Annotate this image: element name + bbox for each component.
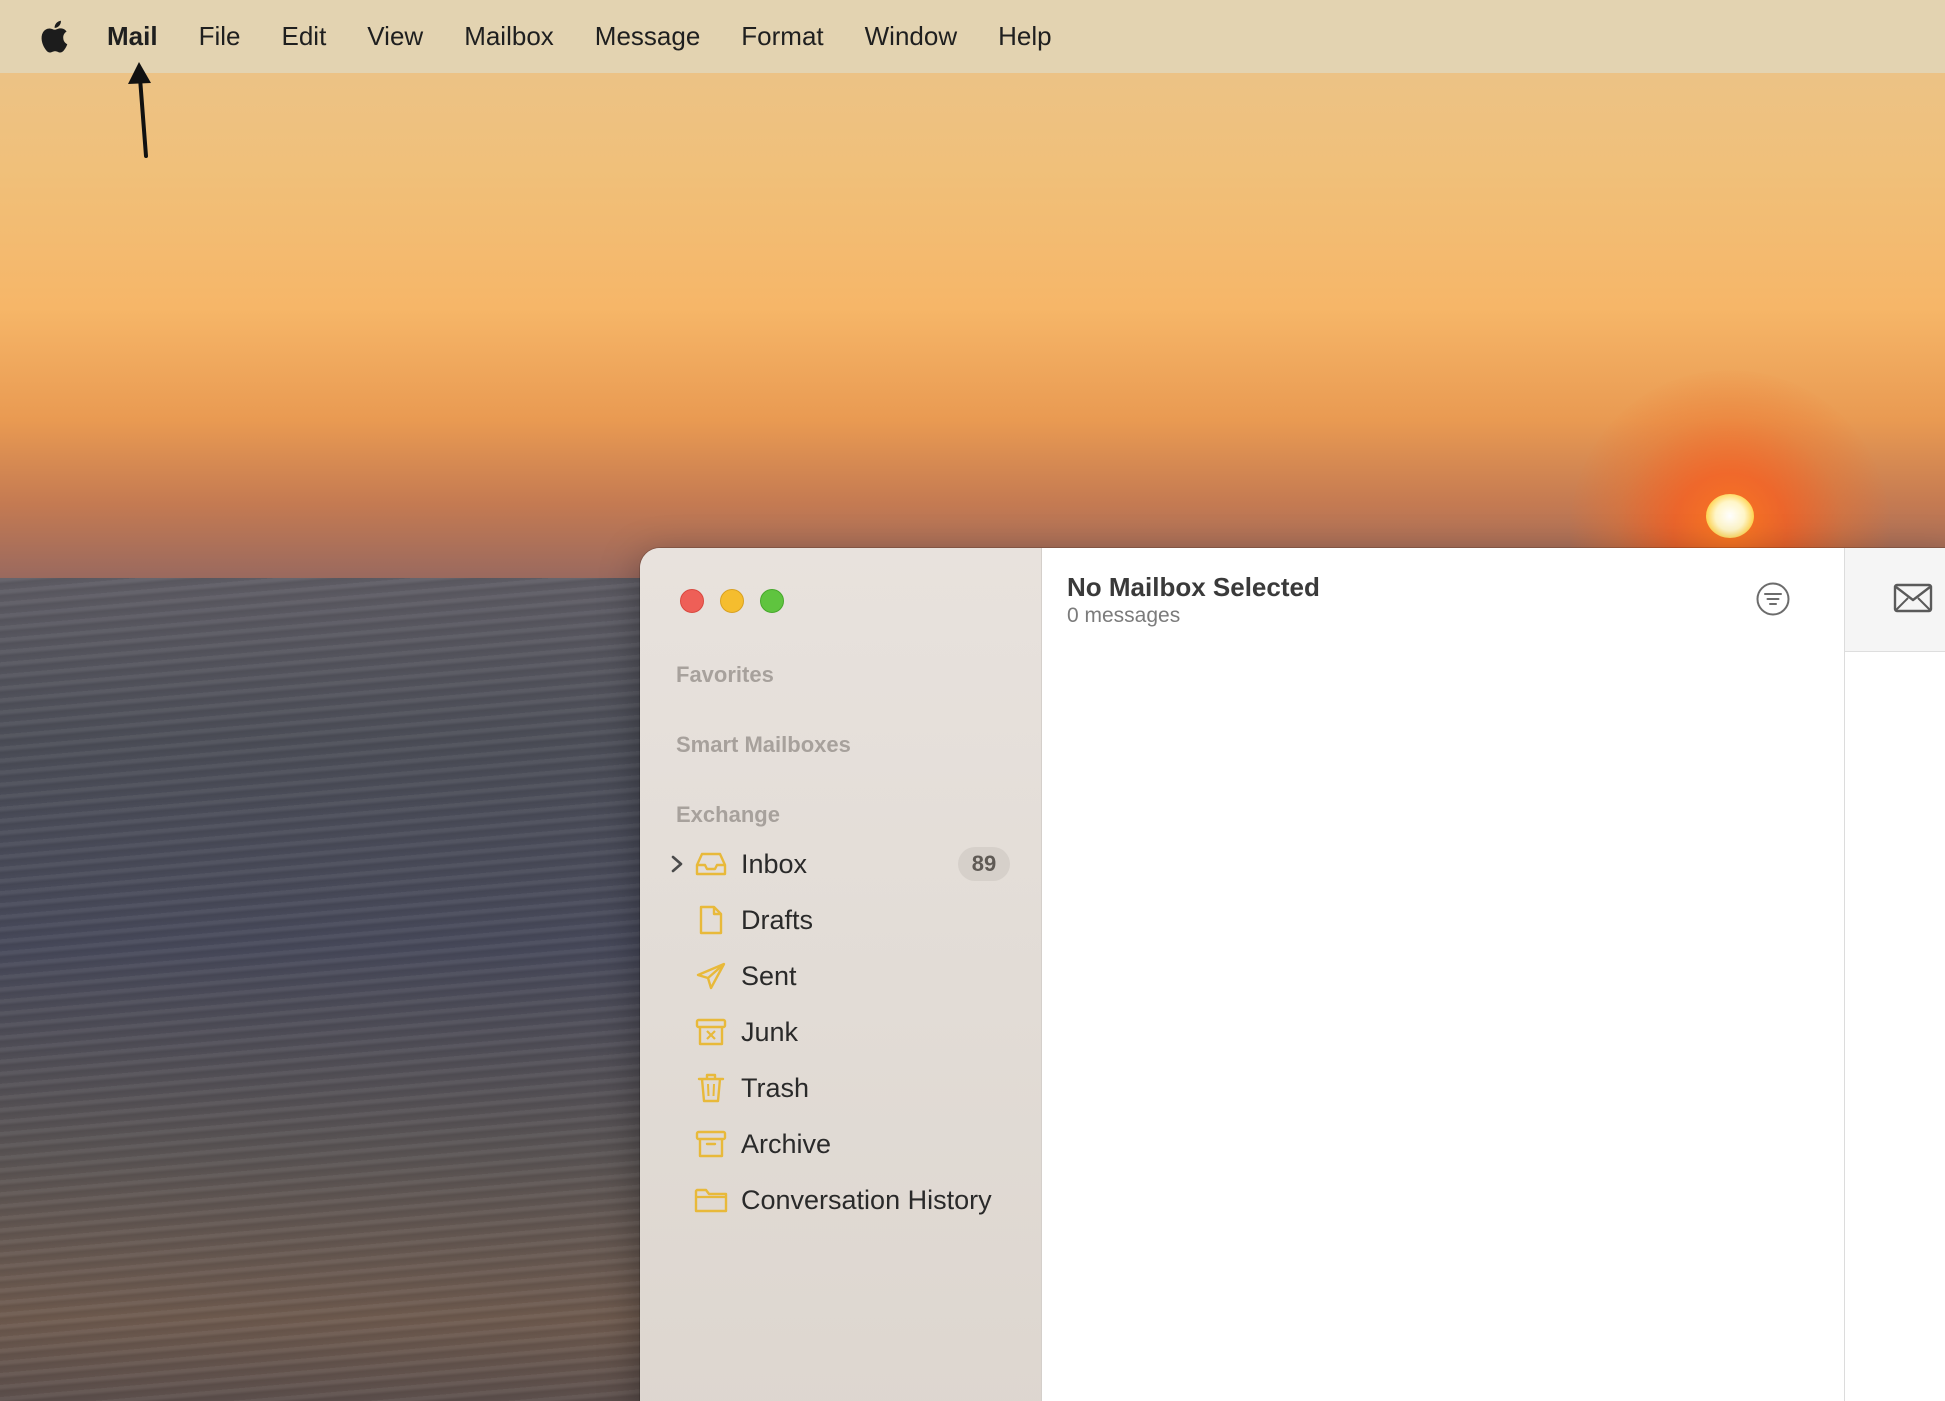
viewer-toolbar bbox=[1845, 548, 1945, 652]
menu-message[interactable]: Message bbox=[595, 21, 701, 52]
menu-bar: Mail File Edit View Mailbox Message Form… bbox=[0, 0, 1945, 73]
mail-window: Favorites Smart Mailboxes Exchange Inbox… bbox=[640, 548, 1945, 1401]
sidebar-item-label: Trash bbox=[741, 1072, 810, 1103]
annotation-arrow bbox=[128, 62, 151, 158]
message-viewer-pane bbox=[1845, 548, 1945, 1401]
menu-help[interactable]: Help bbox=[998, 21, 1051, 52]
sidebar: Favorites Smart Mailboxes Exchange Inbox… bbox=[640, 548, 1042, 1401]
sidebar-item-drafts[interactable]: Drafts bbox=[640, 895, 1042, 945]
folder-icon bbox=[694, 1183, 728, 1217]
sidebar-item-label: Drafts bbox=[741, 904, 814, 935]
paper-plane-icon bbox=[694, 959, 728, 993]
chevron-right-icon[interactable] bbox=[670, 854, 684, 874]
unread-count-badge: 89 bbox=[958, 847, 1010, 881]
menu-file[interactable]: File bbox=[199, 21, 241, 52]
sidebar-item-label: Archive bbox=[741, 1128, 832, 1159]
menu-mailbox[interactable]: Mailbox bbox=[464, 21, 554, 52]
section-smart-mailboxes[interactable]: Smart Mailboxes bbox=[676, 732, 851, 758]
sidebar-item-label: Conversation History bbox=[741, 1184, 992, 1215]
menu-edit[interactable]: Edit bbox=[281, 21, 326, 52]
sun bbox=[1706, 494, 1754, 538]
section-exchange[interactable]: Exchange bbox=[676, 802, 780, 828]
menu-view[interactable]: View bbox=[367, 21, 423, 52]
sidebar-item-conversation-history[interactable]: Conversation History bbox=[640, 1175, 1042, 1225]
sidebar-item-label: Sent bbox=[741, 960, 797, 991]
sidebar-item-archive[interactable]: Archive bbox=[640, 1119, 1042, 1169]
document-icon bbox=[694, 903, 728, 937]
zoom-window-button[interactable] bbox=[760, 589, 784, 613]
sidebar-item-junk[interactable]: Junk bbox=[640, 1007, 1042, 1057]
sidebar-item-inbox[interactable]: Inbox 89 bbox=[640, 839, 1042, 889]
sidebar-item-sent[interactable]: Sent bbox=[640, 951, 1042, 1001]
window-controls bbox=[680, 589, 784, 613]
sidebar-item-label: Junk bbox=[741, 1016, 799, 1047]
close-window-button[interactable] bbox=[680, 589, 704, 613]
envelope-icon[interactable] bbox=[1893, 582, 1933, 614]
filter-icon[interactable] bbox=[1755, 581, 1791, 617]
menu-format[interactable]: Format bbox=[741, 21, 823, 52]
sidebar-item-trash[interactable]: Trash bbox=[640, 1063, 1042, 1113]
mailbox-title: No Mailbox Selected bbox=[1067, 572, 1320, 602]
minimize-window-button[interactable] bbox=[720, 589, 744, 613]
inbox-tray-icon bbox=[694, 847, 728, 881]
archive-box-icon bbox=[694, 1127, 728, 1161]
sidebar-item-label: Inbox bbox=[741, 848, 808, 879]
menu-mail[interactable]: Mail bbox=[107, 21, 158, 52]
trash-icon bbox=[694, 1071, 728, 1105]
section-favorites[interactable]: Favorites bbox=[676, 662, 774, 688]
junk-box-icon bbox=[694, 1015, 728, 1049]
message-count: 0 messages bbox=[1067, 604, 1181, 627]
message-list-pane: No Mailbox Selected 0 messages bbox=[1042, 548, 1845, 1401]
apple-logo-icon[interactable] bbox=[38, 19, 70, 55]
menu-window[interactable]: Window bbox=[865, 21, 957, 52]
